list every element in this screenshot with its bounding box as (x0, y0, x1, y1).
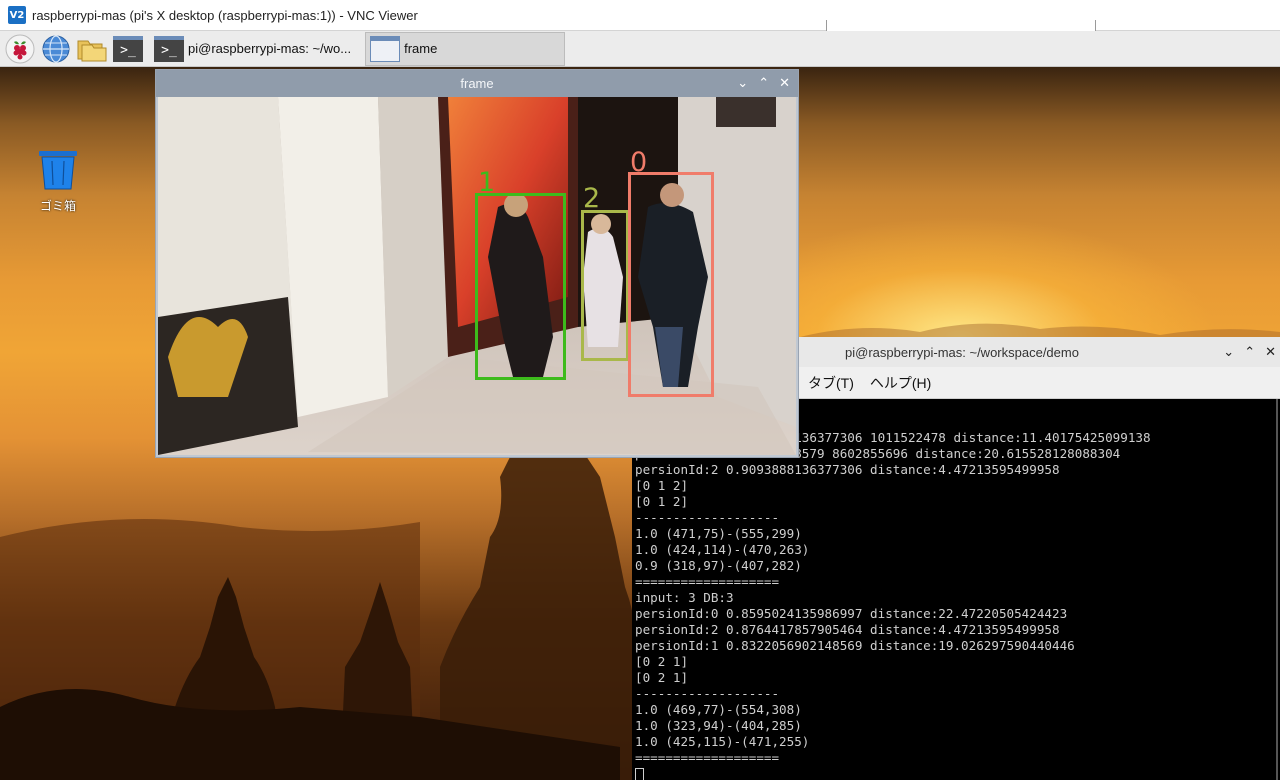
terminal-icon[interactable]: >_ (112, 33, 144, 65)
menu-help[interactable]: ヘルプ(H) (870, 373, 931, 393)
detection-box-0 (628, 172, 714, 397)
terminal-line: persionId:1 0.8322056902148569 distance:… (635, 638, 1075, 653)
detection-label-1: 1 (478, 167, 496, 198)
terminal-line: [0 1 2] (635, 478, 689, 493)
taskbar-task-frame[interactable]: frame (365, 31, 566, 66)
detection-box-2 (581, 210, 629, 361)
file-manager-icon[interactable] (76, 33, 108, 65)
close-button[interactable]: ✕ (779, 75, 790, 91)
terminal-title: pi@raspberrypi-mas: ~/workspace/demo (845, 344, 1079, 360)
minimize-button[interactable]: ⌄ (1223, 344, 1234, 360)
detection-label-0: 0 (630, 147, 648, 178)
terminal-line: 1.0 (471,75)-(555,299) (635, 526, 802, 541)
terminal-line: =================== (635, 574, 780, 589)
taskbar-task-label: frame (404, 41, 438, 56)
terminal-line: [0 1 2] (635, 494, 689, 509)
frame-title-bar[interactable]: frame ⌄ ⌃ ✕ (156, 70, 798, 97)
minimize-button[interactable]: ⌄ (737, 75, 748, 91)
trash-icon (39, 151, 77, 190)
vnc-title-bar[interactable]: V2 raspberrypi-mas (pi's X desktop (rasp… (0, 0, 1280, 33)
terminal-scrollbar[interactable] (1276, 399, 1278, 780)
terminal-line: =================== (635, 750, 780, 765)
terminal-line: 0.9 (318,97)-(407,282) (635, 558, 802, 573)
terminal-line: input: 3 DB:3 (635, 590, 734, 605)
frame-window[interactable]: frame ⌄ ⌃ ✕ 1 2 0 (155, 69, 799, 458)
close-button[interactable]: ✕ (1265, 344, 1276, 360)
terminal-line: [0 2 1] (635, 654, 689, 669)
terminal-cursor (635, 768, 644, 780)
video-frame: 1 2 0 (158, 97, 796, 455)
terminal-line: 1.0 (323,94)-(404,285) (635, 718, 802, 733)
frame-title: frame (460, 76, 494, 91)
web-browser-icon[interactable] (40, 33, 72, 65)
maximize-button[interactable]: ⌃ (1244, 344, 1255, 360)
trash-label: ゴミ箱 (39, 199, 76, 213)
terminal-line: [0 2 1] (635, 670, 689, 685)
taskbar-task-label: pi@raspberrypi-mas: ~/wo... (188, 41, 352, 56)
terminal-line: persionId:2 0.9093888136377306 distance:… (635, 462, 1060, 477)
detection-label-2: 2 (583, 183, 601, 214)
menu-tab[interactable]: タブ(T) (808, 373, 854, 393)
terminal-prompt (635, 766, 1280, 780)
vnc-window-title: raspberrypi-mas (pi's X desktop (raspber… (32, 7, 418, 23)
terminal-line: ------------------- (635, 686, 780, 701)
vnc-logo-icon: V2 (8, 6, 26, 24)
terminal-line: persionId:2 0.8764417857905464 distance:… (635, 622, 1060, 637)
terminal-line: 1.0 (469,77)-(554,308) (635, 702, 802, 717)
terminal-icon: >_ (154, 35, 184, 62)
terminal-line: 1.0 (425,115)-(471,255) (635, 734, 810, 749)
taskbar-task-terminal[interactable]: >_ pi@raspberrypi-mas: ~/wo... (150, 32, 359, 66)
raspberry-pi-panel: >_ >_ pi@raspberrypi-mas: ~/wo... frame (0, 31, 1280, 67)
frame-window-icon (370, 35, 401, 62)
trash-desktop-icon[interactable]: ゴミ箱 (32, 147, 84, 214)
maximize-button[interactable]: ⌃ (758, 75, 769, 91)
terminal-line: ------------------- (635, 510, 780, 525)
raspberry-icon[interactable] (4, 33, 36, 65)
terminal-line: persionId:0 0.8595024135986997 distance:… (635, 606, 1068, 621)
terminal-line: 1.0 (424,114)-(470,263) (635, 542, 810, 557)
detection-box-1 (475, 193, 566, 380)
